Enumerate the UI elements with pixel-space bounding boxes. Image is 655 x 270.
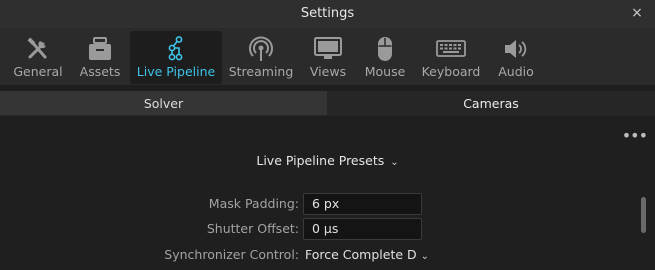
mouse-icon [378, 37, 392, 61]
pipeline-icon [168, 36, 183, 61]
tool-live-pipeline[interactable]: Live Pipeline [130, 31, 222, 84]
speaker-icon [505, 40, 527, 58]
tool-label: Live Pipeline [136, 64, 216, 79]
synchronizer-control-label: Synchronizer Control: [164, 247, 299, 262]
mask-padding-field[interactable]: 6 px [303, 193, 422, 215]
tool-views[interactable]: Views [304, 31, 352, 84]
synchronizer-control-row: Synchronizer Control: Force Complete D ⌄ [0, 244, 655, 266]
box-icon [89, 37, 111, 60]
tool-general[interactable]: General [6, 31, 70, 84]
tool-label: Views [309, 64, 347, 79]
mask-padding-label: Mask Padding: [208, 196, 299, 211]
presets-label: Live Pipeline Presets [256, 153, 385, 168]
keyboard-icon [436, 40, 466, 57]
shutter-offset-field[interactable]: 0 µs [303, 218, 422, 240]
title-bar: Settings × [0, 0, 655, 28]
synchronizer-control-dropdown[interactable]: Force Complete D ⌄ [305, 244, 429, 266]
live-pipeline-presets-dropdown[interactable]: Live Pipeline Presets ⌄ [0, 153, 655, 168]
scrollbar-thumb[interactable] [641, 197, 646, 233]
tools-icon [27, 37, 47, 59]
tool-label: General [13, 64, 63, 79]
tool-label: Mouse [364, 64, 406, 79]
shutter-offset-label: Shutter Offset: [206, 221, 299, 236]
settings-toolbar: General Assets Live Pipeline Streaming V… [0, 28, 655, 85]
cameras-panel: ••• Live Pipeline Presets ⌄ Mask Padding:… [0, 117, 655, 270]
chevron-down-icon: ⌄ [390, 157, 399, 168]
tool-label: Assets [79, 64, 121, 79]
tool-streaming[interactable]: Streaming [226, 31, 296, 84]
shutter-offset-row: Shutter Offset: 0 µs [0, 218, 655, 240]
synchronizer-control-value: Force Complete D [305, 247, 417, 262]
tool-audio[interactable]: Audio [492, 31, 540, 84]
tool-label: Keyboard [421, 64, 481, 79]
tab-solver[interactable]: Solver [0, 91, 327, 116]
monitor-icon [314, 37, 342, 59]
tool-assets[interactable]: Assets [74, 31, 126, 84]
more-options-icon[interactable]: ••• [622, 126, 648, 145]
broadcast-icon [249, 36, 273, 61]
tool-keyboard[interactable]: Keyboard [418, 31, 484, 84]
tool-mouse[interactable]: Mouse [360, 31, 410, 84]
subtab-bar: Solver Cameras [0, 91, 655, 116]
tool-label: Streaming [228, 64, 294, 79]
tab-cameras[interactable]: Cameras [327, 91, 655, 116]
mask-padding-row: Mask Padding: 6 px [0, 193, 655, 215]
close-icon[interactable]: × [629, 5, 645, 21]
tool-label: Audio [498, 64, 534, 79]
window-title: Settings [300, 6, 355, 21]
chevron-down-icon: ⌄ [420, 251, 430, 262]
